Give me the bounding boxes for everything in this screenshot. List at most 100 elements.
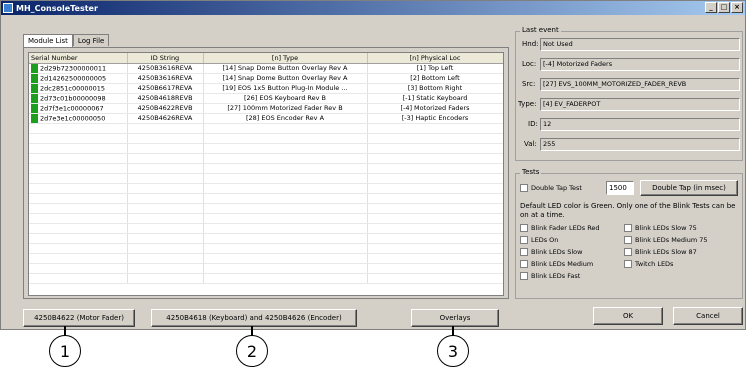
- keyboard-encoder-button[interactable]: 4250B4618 (Keyboard) and 4250B4626 (Enco…: [151, 309, 357, 327]
- tab-log-file[interactable]: Log File: [72, 34, 110, 46]
- val-label: Val:: [524, 140, 537, 148]
- empty-cell: [127, 223, 204, 234]
- empty-cell: [367, 153, 503, 164]
- cell-serial-text: 2dc2851c00000015: [40, 84, 106, 92]
- loc-field: [-4] Motorized Faders: [540, 58, 740, 71]
- column-header-id[interactable]: ID String: [127, 53, 204, 64]
- test-checkbox-label: Blink LEDs Slow 75: [635, 224, 697, 232]
- empty-cell: [203, 253, 368, 264]
- checkbox-box[interactable]: [520, 272, 528, 280]
- test-checkbox[interactable]: Blink LEDs Slow 87: [624, 248, 697, 256]
- tests-title: Tests: [520, 168, 542, 176]
- checkbox-box[interactable]: [624, 248, 632, 256]
- test-checkbox[interactable]: Blink LEDs Medium 75: [624, 236, 708, 244]
- empty-cell: [367, 163, 503, 174]
- test-checkbox[interactable]: Blink LEDs Slow 75: [624, 224, 697, 232]
- double-tap-checkbox[interactable]: Double Tap Test: [520, 184, 582, 192]
- checkbox-box[interactable]: [624, 236, 632, 244]
- empty-cell: [29, 243, 128, 254]
- empty-table-row: [29, 233, 503, 244]
- empty-cell: [203, 213, 368, 224]
- table-row[interactable]: 2d29b72300000011 4250B3616REVA [14] Snap D…: [29, 63, 503, 74]
- test-checkbox[interactable]: Blink Fader LEDs Red: [520, 224, 600, 232]
- empty-cell: [29, 173, 128, 184]
- ok-button[interactable]: OK: [593, 307, 663, 325]
- test-checkbox[interactable]: Blink LEDs Fast: [520, 272, 580, 280]
- cell-serial-text: 2d14262500000005: [40, 74, 107, 82]
- cell-loc: [3] Bottom Right: [367, 83, 503, 94]
- callout-3: 3: [437, 335, 469, 367]
- overlays-button[interactable]: Overlays: [411, 309, 499, 327]
- cell-serial: 2d73c01b00000098: [29, 93, 128, 104]
- maximize-button[interactable]: □: [718, 2, 730, 13]
- empty-cell: [367, 213, 503, 224]
- tab-module-list[interactable]: Module List: [23, 34, 73, 47]
- empty-table-row: [29, 133, 503, 144]
- led-note: Default LED color is Green. Only one of …: [520, 202, 736, 219]
- column-header-serial[interactable]: Serial Number: [29, 53, 128, 64]
- motor-fader-button[interactable]: 4250B4622 (Motor Fader): [23, 309, 135, 327]
- empty-cell: [29, 233, 128, 244]
- cell-type: [28] EOS Encoder Rev A: [203, 113, 368, 124]
- empty-cell: [127, 243, 204, 254]
- src-label: Src:: [522, 80, 536, 88]
- empty-cell: [127, 133, 204, 144]
- status-led-icon: [31, 73, 38, 82]
- empty-cell: [367, 243, 503, 254]
- checkbox-box[interactable]: [624, 260, 632, 268]
- cell-serial: 2d7f3e1c00000067: [29, 103, 128, 114]
- tab-bar: Module List Log File: [23, 34, 110, 47]
- test-checkbox-label: LEDs On: [531, 236, 559, 244]
- checkbox-box[interactable]: [520, 184, 528, 192]
- test-checkbox-label: Blink LEDs Medium 75: [635, 236, 708, 244]
- test-checkbox-label: Blink LEDs Fast: [531, 272, 581, 280]
- empty-cell: [367, 133, 503, 144]
- double-tap-input[interactable]: 1500: [606, 181, 634, 195]
- cell-serial-text: 2d7f3e1c00000067: [40, 104, 104, 112]
- table-header-row: Serial Number ID String [n] Type [n] Phy…: [29, 53, 503, 64]
- test-checkbox[interactable]: Blink LEDs Medium: [520, 260, 593, 268]
- empty-cell: [29, 183, 128, 194]
- test-checkbox[interactable]: LEDs On: [520, 236, 558, 244]
- empty-cell: [29, 123, 128, 134]
- column-header-loc[interactable]: [n] Physical Loc: [367, 53, 503, 64]
- empty-cell: [127, 213, 204, 224]
- module-table[interactable]: Serial Number ID String [n] Type [n] Phy…: [28, 52, 504, 296]
- checkbox-box[interactable]: [520, 224, 528, 232]
- close-button[interactable]: ×: [731, 2, 743, 13]
- checkbox-box[interactable]: [520, 248, 528, 256]
- test-checkbox-label: Blink Fader LEDs Red: [531, 224, 600, 232]
- callout-1: 1: [49, 335, 81, 367]
- empty-cell: [203, 173, 368, 184]
- double-tap-button[interactable]: Double Tap (in msec): [640, 180, 738, 196]
- table-row[interactable]: 2d7e3e1c00000050 4250B4626REVA [28] EOS En…: [29, 113, 503, 124]
- table-row[interactable]: 2d73c01b00000098 4250B4618REVB [26] EOS Ke…: [29, 93, 503, 104]
- table-row[interactable]: 2d7f3e1c00000067 4250B4622REVB [27] 100mm …: [29, 103, 503, 114]
- empty-table-row: [29, 123, 503, 134]
- status-led-icon: [31, 93, 38, 102]
- minimize-button[interactable]: _: [705, 2, 717, 13]
- cancel-button[interactable]: Cancel: [673, 307, 743, 325]
- checkbox-box[interactable]: [520, 260, 528, 268]
- empty-cell: [367, 123, 503, 134]
- loc-label: Loc:: [522, 60, 537, 68]
- checkbox-box[interactable]: [624, 224, 632, 232]
- empty-table-row: [29, 143, 503, 154]
- table-row[interactable]: 2dc2851c00000015 4250B6617REVA [19] EOS 1x…: [29, 83, 503, 94]
- empty-cell: [203, 143, 368, 154]
- empty-cell: [127, 273, 204, 284]
- status-led-icon: [31, 83, 38, 92]
- checkbox-box[interactable]: [520, 236, 528, 244]
- empty-table-row: [29, 273, 503, 284]
- column-header-type[interactable]: [n] Type: [203, 53, 368, 64]
- empty-cell: [367, 263, 503, 274]
- src-field: [27] EVS_100MM_MOTORIZED_FADER_REVB: [540, 78, 740, 91]
- test-checkbox[interactable]: Twitch LEDs: [624, 260, 673, 268]
- table-row[interactable]: 2d14262500000005 4250B3616REVA [14] Snap D…: [29, 73, 503, 84]
- empty-table-row: [29, 223, 503, 234]
- empty-table-row: [29, 153, 503, 164]
- test-checkbox[interactable]: Blink LEDs Slow: [520, 248, 582, 256]
- empty-cell: [127, 203, 204, 214]
- last-event-title: Last event: [520, 26, 561, 34]
- empty-cell: [127, 263, 204, 274]
